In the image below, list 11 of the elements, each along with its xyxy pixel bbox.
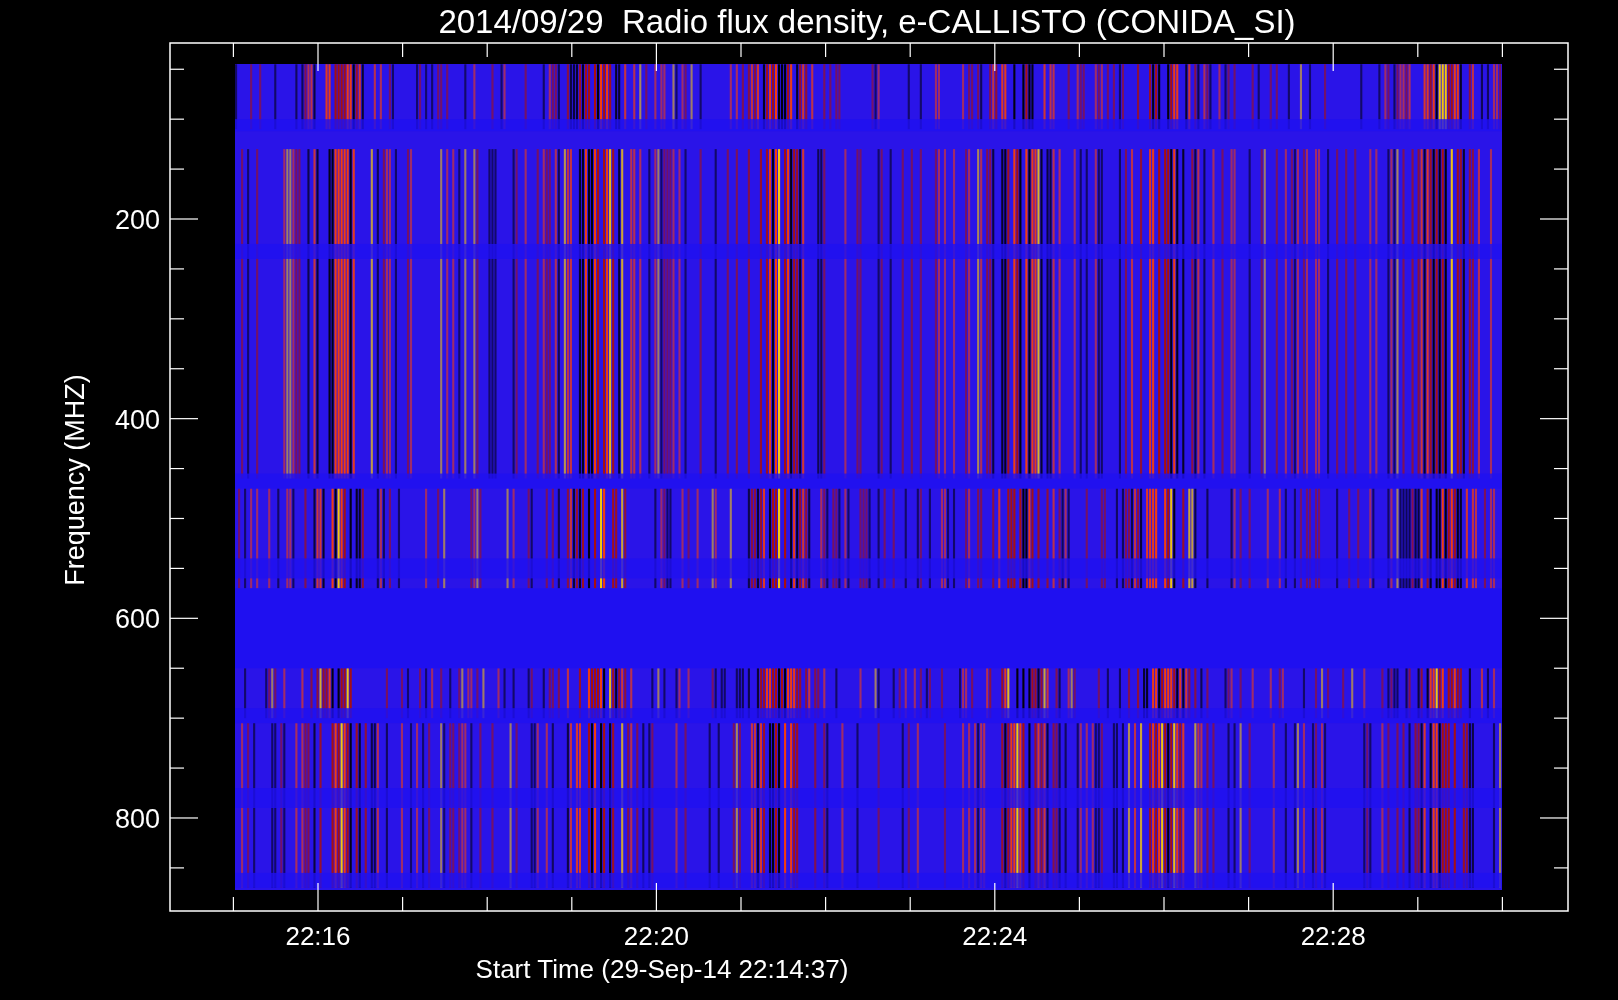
x-axis-label: Start Time (29-Sep-14 22:14:37)	[475, 954, 849, 984]
y-axis-label: Frequency (MHZ)	[60, 374, 90, 586]
x-tick-label: 22:16	[285, 921, 351, 951]
chart-title: 2014/09/29 Radio flux density, e-CALLISTO (CONIDA_SI)	[438, 3, 1296, 40]
y-tick-label: 200	[114, 205, 160, 235]
y-tick-label: 600	[114, 604, 160, 635]
y-tick-label: 400	[114, 404, 160, 435]
x-tick-label: 22:20	[623, 921, 689, 951]
x-tick-label: 22:24	[962, 921, 1028, 951]
x-tick-label: 22:28	[1300, 921, 1366, 951]
y-tick-label: 800	[114, 804, 160, 834]
